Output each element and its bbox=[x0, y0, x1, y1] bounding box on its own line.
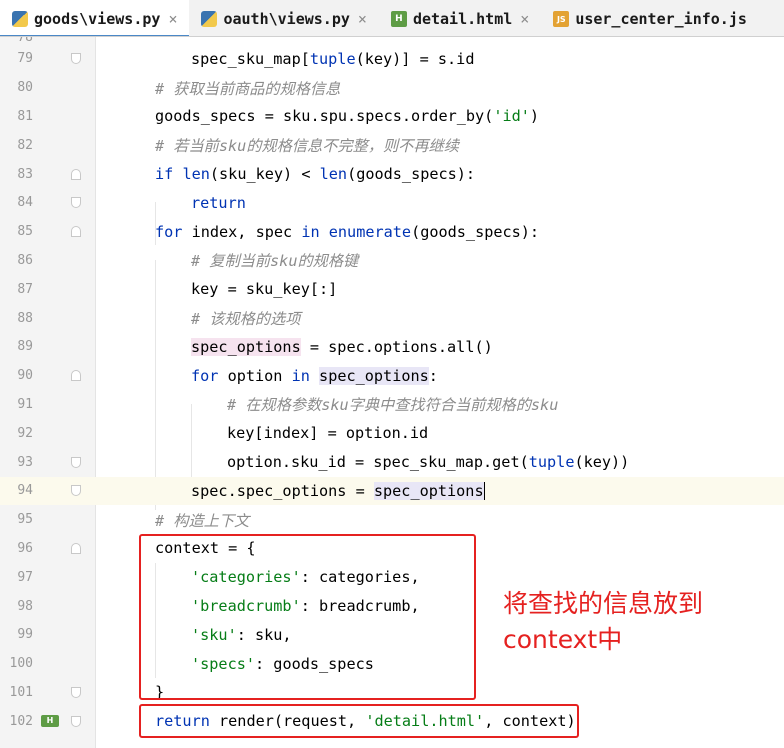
tab-label: user_center_info.js bbox=[575, 9, 747, 28]
line-number: 82 bbox=[17, 137, 33, 153]
fold-marker[interactable] bbox=[71, 715, 81, 727]
code-line: 88 # 该规格的选项 bbox=[0, 304, 784, 333]
tab-label: goods\views.py bbox=[34, 9, 161, 28]
annotation-note: 将查找的信息放到 context中 bbox=[503, 586, 743, 658]
python-file-icon bbox=[12, 10, 28, 27]
fold-marker[interactable] bbox=[71, 168, 81, 180]
line-number: 98 bbox=[17, 598, 33, 614]
tab-label: detail.html bbox=[412, 9, 513, 28]
current-code-line: 94 spec.spec_options = spec_options bbox=[0, 476, 784, 506]
line-number: 91 bbox=[17, 396, 33, 412]
line-number: 101 bbox=[9, 684, 33, 700]
tab-oauth-views-py[interactable]: oauth\views.py × bbox=[189, 0, 378, 36]
code-line: 89 spec_options = spec.options.all() bbox=[0, 333, 784, 362]
text-caret bbox=[483, 482, 485, 501]
annotation-line-1: 将查找的信息放到 bbox=[503, 589, 704, 618]
editor-tab-bar: goods\views.py × oauth\views.py × H deta… bbox=[0, 0, 784, 37]
line-number: 87 bbox=[17, 281, 33, 297]
return-highlight-box bbox=[139, 704, 579, 738]
line-number: 80 bbox=[17, 80, 33, 96]
close-icon[interactable]: × bbox=[358, 10, 367, 28]
code-text: goods_specs = sku.spu.specs.order_by('id… bbox=[155, 107, 540, 126]
python-file-icon bbox=[201, 10, 218, 27]
context-highlight-box bbox=[139, 534, 476, 700]
js-file-icon: JS bbox=[553, 10, 570, 27]
code-line: 81 goods_specs = sku.spu.specs.order_by(… bbox=[0, 102, 784, 131]
fold-marker[interactable] bbox=[71, 686, 81, 698]
fold-marker[interactable] bbox=[71, 485, 81, 497]
fold-marker[interactable] bbox=[71, 542, 81, 554]
line-number: 88 bbox=[17, 310, 33, 326]
html-file-icon: H bbox=[390, 10, 407, 27]
line-number: 95 bbox=[17, 512, 33, 528]
line-number: 79 bbox=[17, 51, 33, 67]
code-text: option.sku_id = spec_sku_map.get(tuple(k… bbox=[227, 453, 630, 472]
code-line: 84 return bbox=[0, 189, 784, 218]
line-number: 89 bbox=[17, 339, 33, 355]
fold-marker[interactable] bbox=[71, 370, 81, 382]
code-line: 91 # 在规格参数sku字典中查找符合当前规格的sku bbox=[0, 390, 784, 419]
code-line: 80 # 获取当前商品的规格信息 bbox=[0, 73, 784, 102]
line-number: 96 bbox=[17, 540, 33, 556]
fold-marker[interactable] bbox=[71, 53, 81, 65]
line-number: 100 bbox=[9, 656, 33, 672]
code-line: 82 # 若当前sku的规格信息不完整，则不再继续 bbox=[0, 131, 784, 160]
fold-marker[interactable] bbox=[71, 197, 81, 209]
code-line: 83 if len(sku_key) < len(goods_specs): bbox=[0, 160, 784, 189]
code-line: 79 spec_sku_map[tuple(key)] = s.id bbox=[0, 45, 784, 74]
line-number: 81 bbox=[17, 108, 33, 124]
tab-goods-views-py[interactable]: goods\views.py × bbox=[0, 0, 190, 36]
code-line: 90 for option in spec_options: bbox=[0, 361, 784, 390]
close-icon[interactable]: × bbox=[520, 10, 529, 28]
code-line: 95 # 构造上下文 bbox=[0, 505, 784, 534]
close-icon[interactable]: × bbox=[168, 10, 177, 28]
code-line: 85 for index, spec in enumerate(goods_sp… bbox=[0, 217, 784, 246]
line-number: 83 bbox=[17, 166, 33, 182]
line-number: 86 bbox=[17, 252, 33, 268]
tab-detail-html[interactable]: H detail.html × bbox=[379, 0, 541, 36]
code-line: 92 key[index] = option.id bbox=[0, 419, 784, 448]
code-text: spec_options = spec.options.all() bbox=[191, 337, 493, 356]
line-number: 85 bbox=[17, 224, 33, 240]
line-number: 97 bbox=[17, 569, 33, 585]
line-number: 84 bbox=[17, 195, 33, 211]
code-text: spec_sku_map[tuple(key)] = s.id bbox=[191, 49, 475, 68]
code-text: if len(sku_key) < len(goods_specs): bbox=[155, 165, 476, 184]
line-number: 92 bbox=[17, 425, 33, 441]
code-line: 93 option.sku_id = spec_sku_map.get(tupl… bbox=[0, 448, 784, 477]
code-text: for index, spec in enumerate(goods_specs… bbox=[155, 222, 540, 241]
line-number: 102 bbox=[9, 713, 33, 729]
line-number: 93 bbox=[17, 454, 33, 470]
line-number: 99 bbox=[17, 627, 33, 643]
html-template-gutter-icon[interactable]: H bbox=[41, 715, 59, 728]
code-line: 86 # 复制当前sku的规格键 bbox=[0, 246, 784, 275]
line-number: 90 bbox=[17, 368, 33, 384]
code-line: 87 key = sku_key[:] bbox=[0, 275, 784, 304]
tab-user-center-info-js[interactable]: JS user_center_info.js bbox=[541, 0, 759, 36]
line-number: 94 bbox=[17, 483, 33, 499]
code-text: spec.spec_options = spec_options bbox=[191, 481, 485, 501]
tab-label: oauth\views.py bbox=[223, 9, 350, 28]
code-text: for option in spec_options: bbox=[191, 366, 438, 385]
annotation-line-2: context中 bbox=[503, 625, 623, 654]
fold-marker[interactable] bbox=[71, 226, 81, 238]
fold-marker[interactable] bbox=[71, 456, 81, 468]
